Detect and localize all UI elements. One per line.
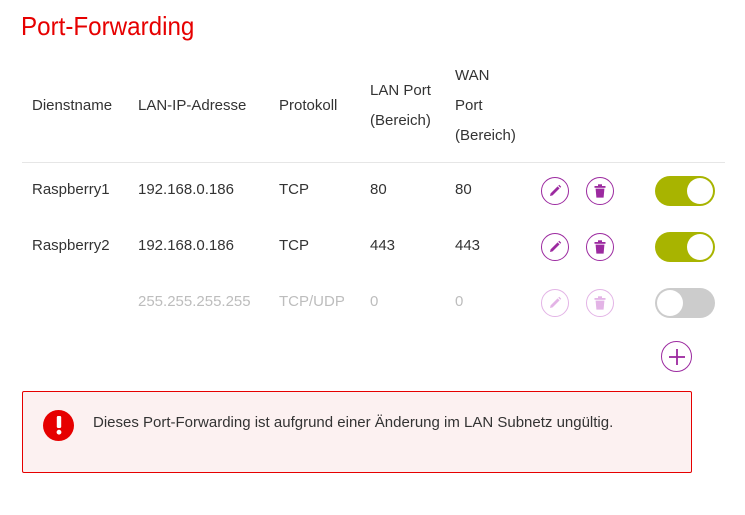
page-title: Port-Forwarding [21,11,195,41]
alert-message: Dieses Port-Forwarding ist aufgrund eine… [93,414,614,431]
pencil-icon [550,296,562,308]
lan-ip: 192.168.0.186 [138,181,234,198]
header-lan-ip: LAN-IP-Adresse [138,97,247,114]
lan-ip: 192.168.0.186 [138,237,234,254]
toggle-knob [687,178,713,204]
pencil-icon [550,184,562,196]
lan-ip-placeholder[interactable]: 255.255.255.255 [138,292,251,312]
header-lan-port-line2: (Bereich) [370,112,431,129]
service-name: Raspberry1 [32,181,110,198]
trash-icon [594,296,606,310]
header-wan-port: WAN Port (Bereich) [455,61,516,151]
enable-toggle[interactable] [655,176,715,206]
delete-button[interactable] [586,177,614,205]
pencil-icon [550,240,562,252]
lan-port: 80 [370,181,387,198]
trash-icon [594,184,606,198]
exclamation-icon [43,410,74,441]
header-wan-port-line3: (Bereich) [455,127,516,144]
enable-toggle[interactable] [655,288,715,318]
header-lan-port: LAN Port (Bereich) [370,76,431,136]
toggle-knob [657,290,683,316]
lan-port-placeholder[interactable]: 0 [370,292,378,312]
toggle-knob [687,234,713,260]
add-rule-button[interactable] [661,341,692,372]
edit-button-disabled [541,289,569,317]
delete-button-disabled [586,289,614,317]
header-divider [22,162,725,163]
service-name: Raspberry2 [32,237,110,254]
enable-toggle[interactable] [655,232,715,262]
plus-icon [668,348,685,365]
header-wan-port-line2: Port [455,97,483,114]
header-protocol: Protokoll [279,97,338,114]
protocol: TCP [279,237,309,254]
wan-port-placeholder[interactable]: 0 [455,292,463,312]
header-service-name: Dienstname [32,97,113,114]
wan-port: 80 [455,181,472,198]
trash-icon [594,240,606,254]
edit-button[interactable] [541,233,569,261]
protocol: TCP [279,181,309,198]
lan-port: 443 [370,237,396,254]
protocol-placeholder[interactable]: TCP/UDP [279,292,345,312]
wan-port: 443 [455,237,481,254]
header-lan-port-line1: LAN Port [370,82,431,99]
error-alert: Dieses Port-Forwarding ist aufgrund eine… [22,391,692,473]
header-wan-port-line1: WAN [455,67,490,84]
delete-button[interactable] [586,233,614,261]
edit-button[interactable] [541,177,569,205]
